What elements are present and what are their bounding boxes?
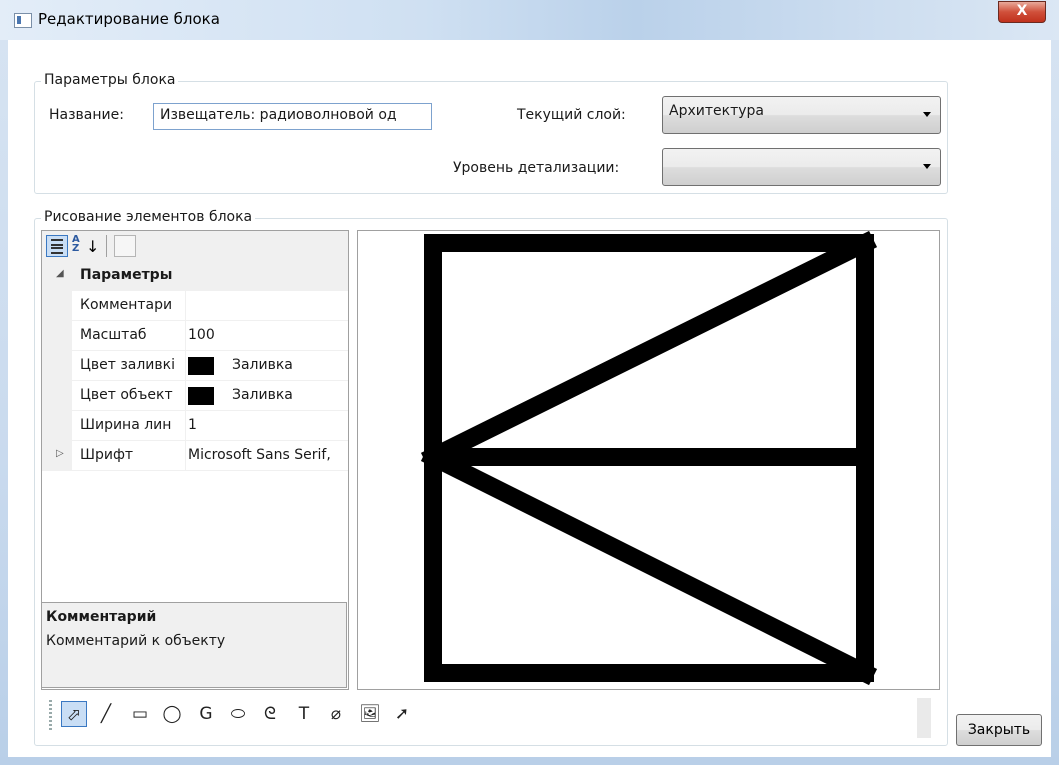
collapse-triangle-icon[interactable]: ◢ xyxy=(56,268,64,279)
property-row-font[interactable]: ▷ Шрифт Microsoft Sans Serif, xyxy=(42,441,348,471)
drawing-lower-diagonal xyxy=(420,444,878,686)
window-frame: Редактирование блока X Параметры блока Н… xyxy=(0,0,1059,765)
detail-label: Уровень детализации: xyxy=(453,160,620,176)
detail-select[interactable] xyxy=(662,148,941,186)
color-swatch xyxy=(188,357,214,375)
description-text: Комментарий к объекту xyxy=(46,633,226,649)
category-label: Параметры xyxy=(80,267,173,283)
expand-triangle-icon[interactable]: ▷ xyxy=(56,448,64,459)
property-row-line-width[interactable]: Ширина лин 1 xyxy=(42,411,348,441)
window-title: Редактирование блока xyxy=(38,10,220,28)
drawing-tools-toolbar: ⬀ ╱ ▭ ◯ G ⬭ ᘓ T ⌀ 🖼 ➚ xyxy=(41,692,937,738)
block-params-title: Параметры блока xyxy=(41,72,179,88)
name-input[interactable]: Извещатель: радиоволновой од xyxy=(153,103,432,130)
property-name: Комментари xyxy=(80,297,173,313)
property-name: Цвет заливкі xyxy=(80,357,176,373)
description-title: Комментарий xyxy=(46,609,157,625)
line-tool-icon[interactable]: ╱ xyxy=(93,701,119,727)
property-name: Шрифт xyxy=(80,447,134,463)
drawing-group-title: Рисование элементов блока xyxy=(41,209,256,225)
chevron-down-icon xyxy=(923,112,931,117)
image-tool-icon[interactable]: 🖼 xyxy=(357,701,383,727)
property-name: Ширина лин xyxy=(80,417,172,433)
property-name: Масштаб xyxy=(80,327,147,343)
window-icon xyxy=(14,13,32,28)
property-value-color[interactable]: Заливка xyxy=(188,357,344,375)
property-pages-icon[interactable] xyxy=(114,235,136,257)
block-params-group: Параметры блока Название: Извещатель: ра… xyxy=(34,72,948,194)
categorized-view-icon[interactable] xyxy=(46,235,68,257)
title-bar: Редактирование блока X xyxy=(0,0,1059,40)
color-label: Заливка xyxy=(232,357,293,373)
property-grid-toolbar: AZ ↓ xyxy=(42,231,348,261)
curve-tool-icon[interactable]: ᘓ xyxy=(257,701,283,727)
property-value[interactable]: 100 xyxy=(188,327,344,343)
layer-select-value: Архитектура xyxy=(669,103,764,119)
pointer-arrow-tool-icon[interactable]: ➚ xyxy=(389,701,415,727)
ellipse-tool-icon[interactable]: ⬭ xyxy=(225,701,251,727)
name-label: Название: xyxy=(49,107,124,123)
circle-tool-icon[interactable]: ◯ xyxy=(159,701,185,727)
property-name: Цвет объект xyxy=(80,387,173,403)
toolbar-grip[interactable] xyxy=(49,700,52,730)
close-button[interactable]: Закрыть xyxy=(956,714,1042,746)
property-value[interactable]: Microsoft Sans Serif, xyxy=(188,447,344,463)
dialog-client-area: Параметры блока Название: Извещатель: ра… xyxy=(8,40,1051,757)
property-description-panel: Комментарий Комментарий к объекту xyxy=(41,602,347,688)
property-row-object-color[interactable]: Цвет объект Заливка xyxy=(42,381,348,411)
property-value-color[interactable]: Заливка xyxy=(188,387,344,405)
block-drawing xyxy=(420,230,878,686)
toolbar-overflow[interactable] xyxy=(917,698,931,738)
drawing-upper-diagonal xyxy=(420,230,878,470)
property-row-fill-color[interactable]: Цвет заливкі Заливка xyxy=(42,351,348,381)
category-row[interactable]: ◢ Параметры xyxy=(42,261,348,291)
layer-label: Текущий слой: xyxy=(517,107,626,123)
toolbar-separator xyxy=(106,235,107,257)
no-symbol-tool-icon[interactable]: ⌀ xyxy=(323,701,349,727)
color-swatch xyxy=(188,387,214,405)
layer-select[interactable]: Архитектура xyxy=(662,96,941,134)
chevron-down-icon xyxy=(923,164,931,169)
window-close-button[interactable]: X xyxy=(998,1,1046,23)
rectangle-tool-icon[interactable]: ▭ xyxy=(127,701,153,727)
drawing-canvas[interactable] xyxy=(357,230,940,690)
sort-arrow-icon: ↓ xyxy=(86,237,100,256)
arc-tool-icon[interactable]: G xyxy=(193,701,219,727)
select-tool-icon[interactable]: ⬀ xyxy=(61,701,87,727)
property-row-comment[interactable]: Комментари xyxy=(42,291,348,321)
property-value[interactable]: 1 xyxy=(188,417,344,433)
property-row-scale[interactable]: Масштаб 100 xyxy=(42,321,348,351)
color-label: Заливка xyxy=(232,387,293,403)
text-tool-icon[interactable]: T xyxy=(291,701,317,727)
